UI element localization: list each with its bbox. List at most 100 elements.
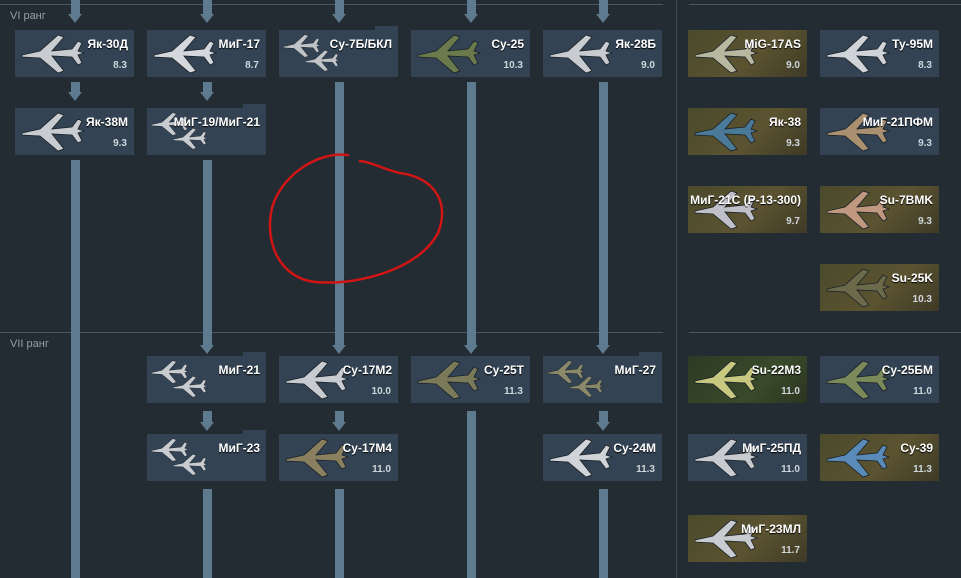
connector — [203, 0, 212, 14]
vehicle-name: МиГ-21 — [218, 363, 260, 377]
battle-rating: 10.3 — [503, 60, 523, 71]
battle-rating: 11.0 — [781, 464, 800, 475]
vehicle-name: МиГ-25ПД — [742, 441, 801, 455]
battle-rating: 11.3 — [636, 464, 655, 475]
vehicle-card-mig21[interactable]: МиГ-21 — [147, 356, 266, 403]
research-tree: VI ранг VII ранг Як-30Д 8.3 МиГ-17 8.7 С… — [0, 0, 961, 578]
vehicle-card-su25bm[interactable]: Су-25БМ 11.0 — [820, 356, 939, 403]
battle-rating: 9.3 — [113, 138, 127, 149]
vehicle-card-su25[interactable]: Су-25 10.3 — [411, 30, 530, 77]
vehicle-card-yak38m[interactable]: Як-38М 9.3 — [15, 108, 134, 155]
arrow-down-icon — [596, 345, 610, 354]
vehicle-card-su22m3[interactable]: Su-22M3 11.0 — [688, 356, 807, 403]
battle-rating: 11.7 — [781, 545, 800, 556]
battle-rating: 11.0 — [913, 386, 932, 397]
vehicle-name: Ту-95М — [892, 37, 933, 51]
arrow-down-icon — [200, 14, 214, 23]
battle-rating: 11.3 — [913, 464, 932, 475]
connector — [203, 411, 212, 422]
folder-tab-icon — [375, 26, 398, 31]
arrow-down-icon — [332, 345, 346, 354]
connector — [599, 411, 608, 422]
vehicle-name: Як-38 — [769, 115, 801, 129]
arrow-down-icon — [332, 422, 346, 431]
vehicle-card-mig17as[interactable]: MiG-17AS 9.0 — [688, 30, 807, 77]
vehicle-name: MiG-17AS — [744, 37, 801, 51]
connector — [467, 0, 476, 14]
arrow-down-icon — [464, 345, 478, 354]
battle-rating: 8.3 — [113, 60, 127, 71]
vehicle-name: Су-24М — [613, 441, 656, 455]
rank-divider-line-premium — [689, 332, 961, 333]
vehicle-card-su7bmk[interactable]: Su-7BMK 9.3 — [820, 186, 939, 233]
vehicle-name: Як-30Д — [87, 37, 128, 51]
vehicle-card-tu95m[interactable]: Ту-95М 8.3 — [820, 30, 939, 77]
vehicle-card-mig23ml[interactable]: МиГ-23МЛ 11.7 — [688, 515, 807, 562]
battle-rating: 10.3 — [912, 294, 932, 305]
vehicle-card-mig27[interactable]: МиГ-27 — [543, 356, 662, 403]
arrow-down-icon — [596, 14, 610, 23]
arrow-down-icon — [200, 422, 214, 431]
connector — [599, 489, 608, 578]
rank-vi-top-line — [0, 4, 663, 5]
vehicle-name: Су-7Б/БКЛ — [329, 37, 392, 51]
vehicle-name: Су-17М2 — [342, 363, 392, 377]
connector — [335, 411, 344, 422]
vehicle-card-mig21s[interactable]: МиГ-21С (Р-13-300) 9.7 — [688, 186, 807, 233]
rank-divider-line — [0, 332, 663, 333]
vehicle-card-mig23[interactable]: МиГ-23 — [147, 434, 266, 481]
folder-tab-icon — [243, 104, 266, 109]
battle-rating: 11.0 — [781, 386, 800, 397]
battle-rating: 9.3 — [786, 138, 800, 149]
arrow-down-icon — [200, 345, 214, 354]
vehicle-card-mig25pd[interactable]: МиГ-25ПД 11.0 — [688, 434, 807, 481]
red-circle-annotation — [268, 153, 444, 284]
battle-rating: 10.0 — [371, 386, 391, 397]
vehicle-name: МиГ-23МЛ — [741, 522, 801, 536]
vehicle-card-su17m2[interactable]: Су-17М2 10.0 — [279, 356, 398, 403]
vehicle-card-yak28b[interactable]: Як-28Б 9.0 — [543, 30, 662, 77]
vehicle-name: МиГ-19/МиГ-21 — [173, 115, 260, 129]
vehicle-name: Як-28Б — [615, 37, 656, 51]
connector — [467, 411, 476, 578]
folder-tab-icon — [243, 430, 266, 435]
arrow-down-icon — [68, 92, 82, 101]
vehicle-card-yak30d[interactable]: Як-30Д 8.3 — [15, 30, 134, 77]
arrow-down-icon — [332, 14, 346, 23]
vehicle-name: МиГ-23 — [218, 441, 260, 455]
vehicle-card-su7b[interactable]: Су-7Б/БКЛ — [279, 30, 398, 77]
folder-tab-icon — [243, 352, 266, 357]
vehicle-card-mig19[interactable]: МиГ-19/МиГ-21 — [147, 108, 266, 155]
battle-rating: 8.7 — [245, 60, 259, 71]
rank-vi-top-line-premium — [689, 4, 961, 5]
connector — [71, 160, 80, 578]
vehicle-card-su25k[interactable]: Su-25K 10.3 — [820, 264, 939, 311]
battle-rating: 9.0 — [641, 60, 655, 71]
connector — [599, 0, 608, 14]
vehicle-card-su17m4[interactable]: Су-17М4 11.0 — [279, 434, 398, 481]
vehicle-name: МиГ-21С (Р-13-300) — [690, 193, 801, 207]
battle-rating: 11.0 — [372, 464, 391, 475]
vehicle-card-su24m[interactable]: Су-24М 11.3 — [543, 434, 662, 481]
rank-vii-label: VII ранг — [10, 338, 49, 350]
premium-column-divider — [676, 0, 677, 578]
vehicle-card-su39[interactable]: Су-39 11.3 — [820, 434, 939, 481]
vehicle-name: Су-17М4 — [342, 441, 392, 455]
connector — [71, 0, 80, 14]
connector — [203, 489, 212, 578]
vehicle-name: Су-39 — [900, 441, 933, 455]
arrow-down-icon — [596, 422, 610, 431]
vehicle-card-mig17[interactable]: МиГ-17 8.7 — [147, 30, 266, 77]
vehicle-card-su25t[interactable]: Су-25Т 11.3 — [411, 356, 530, 403]
vehicle-card-yak38[interactable]: Як-38 9.3 — [688, 108, 807, 155]
vehicle-card-mig21pfm[interactable]: МиГ-21ПФМ 9.3 — [820, 108, 939, 155]
connector — [335, 0, 344, 14]
battle-rating: 9.3 — [918, 216, 932, 227]
vehicle-name: Su-25K — [891, 271, 933, 285]
battle-rating: 9.0 — [786, 60, 800, 71]
vehicle-name: Су-25Т — [483, 363, 524, 377]
vehicle-name: МиГ-17 — [218, 37, 260, 51]
vehicle-name: Su-22M3 — [751, 363, 801, 377]
vehicle-name: Су-25 — [491, 37, 524, 51]
battle-rating: 11.3 — [504, 386, 523, 397]
